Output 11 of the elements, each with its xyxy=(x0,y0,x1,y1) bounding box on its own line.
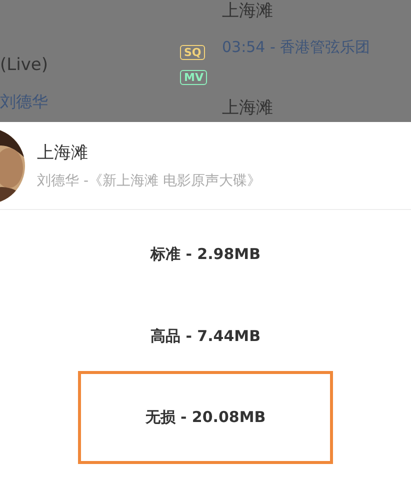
quality-badge: SQ xyxy=(180,45,206,60)
song-title: 上海滩 xyxy=(37,142,89,164)
quality-badge: MV xyxy=(180,70,208,85)
quality-option[interactable]: 标准 - 2.98MB xyxy=(78,213,333,295)
quality-option[interactable]: 无损 - 20.08MB xyxy=(78,371,333,464)
song-meta: 03:54 - 香港管弦乐团 xyxy=(222,38,372,57)
song-title: 上海滩 xyxy=(222,0,274,22)
song-title: (Live) xyxy=(0,54,49,76)
song-title: 上海滩 xyxy=(222,97,274,119)
artist-name: 刘德华 xyxy=(0,92,49,113)
song-subtitle: 刘德华 -《新上海滩 电影原声大碟》 xyxy=(37,172,261,190)
